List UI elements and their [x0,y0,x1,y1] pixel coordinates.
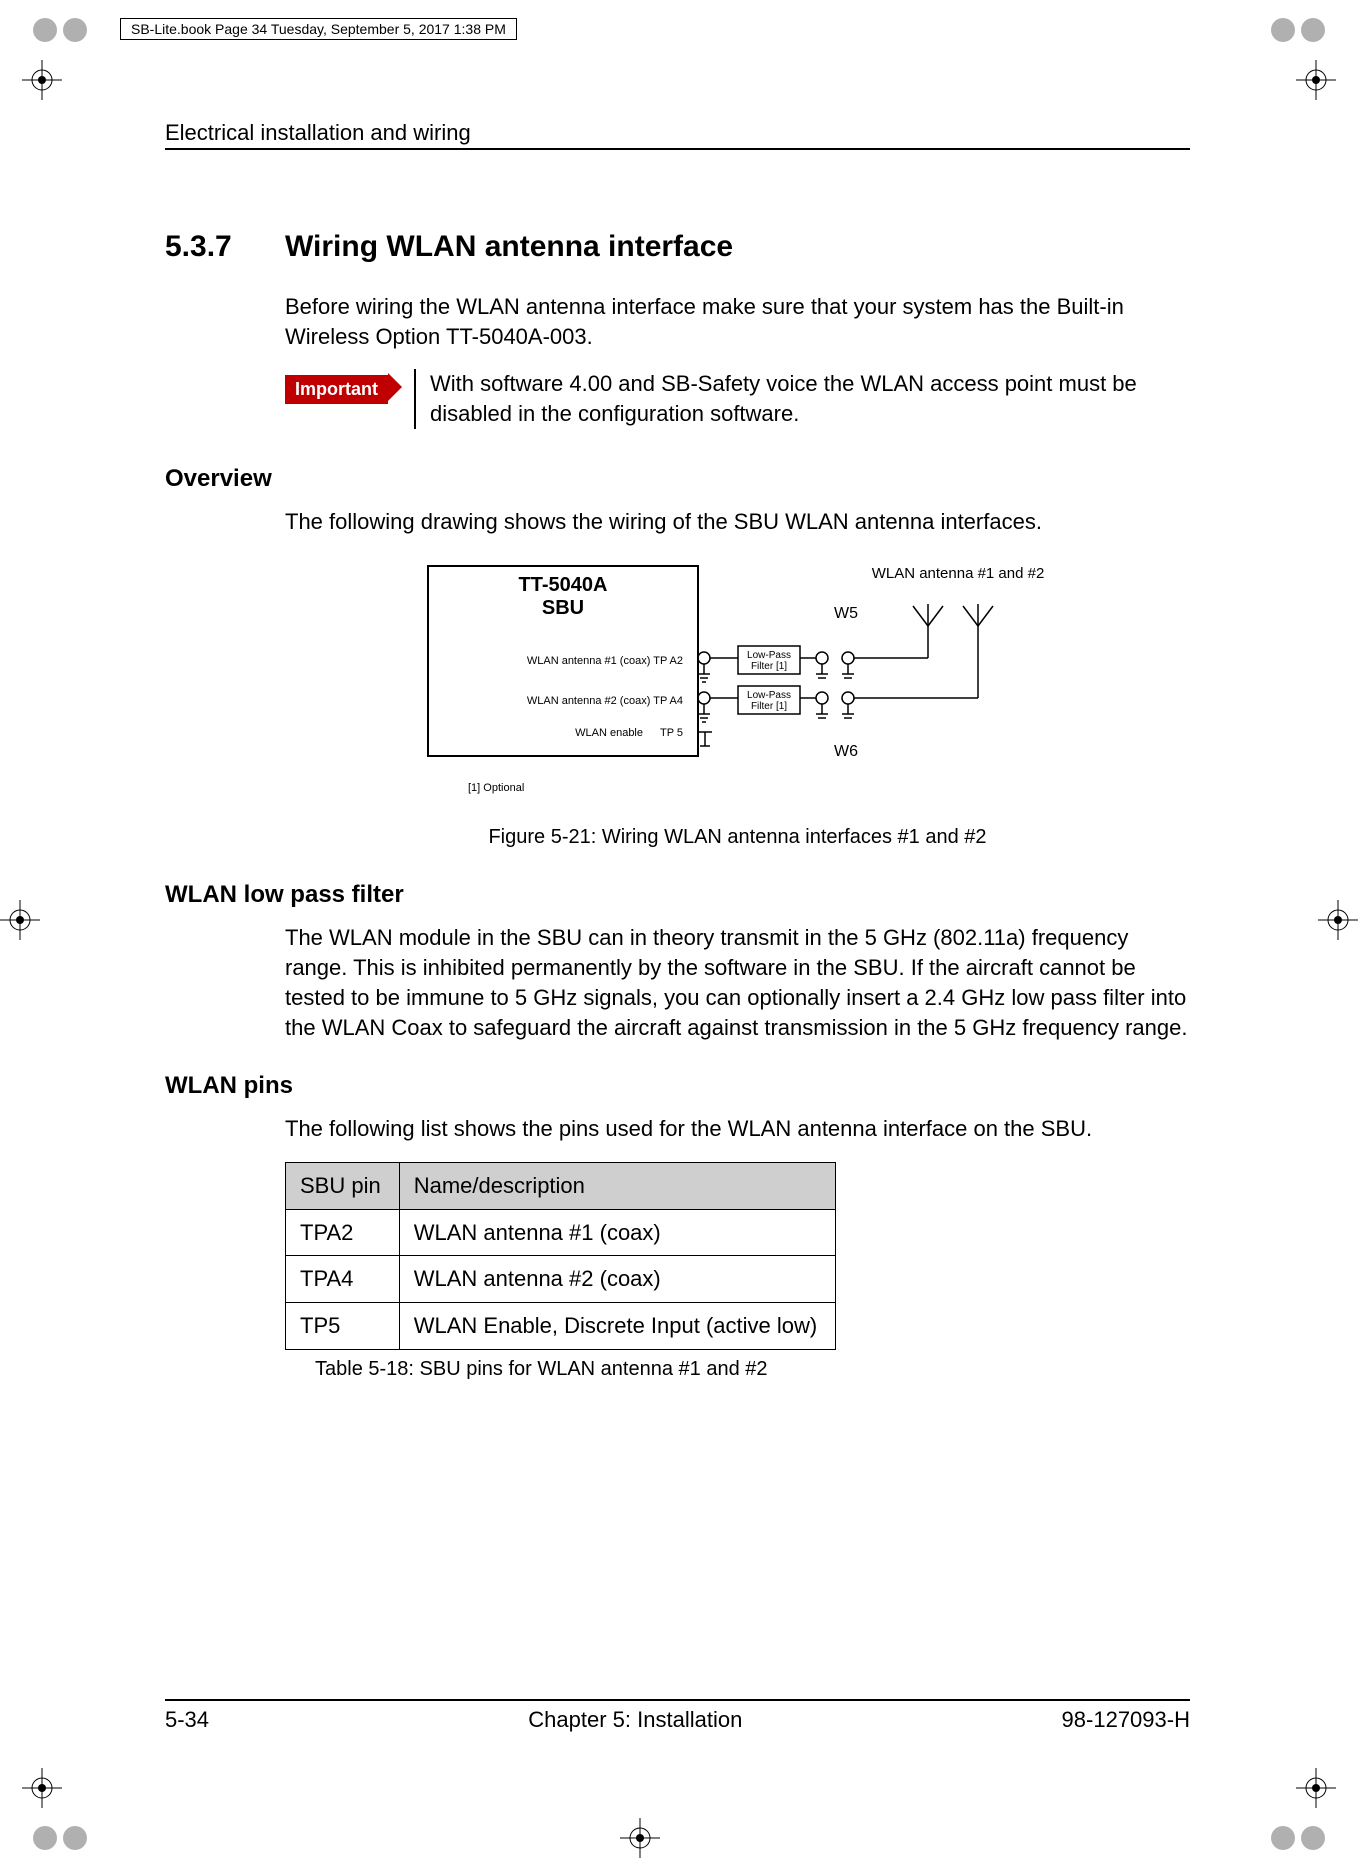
content-area: Electrical installation and wiring 5.3.7… [165,120,1190,1383]
svg-text:WLAN antenna #2 (coax) TP A4: WLAN antenna #2 (coax) TP A4 [526,695,682,707]
footer-chapter: Chapter 5: Installation [528,1707,742,1733]
pins-heading: WLAN pins [165,1072,1190,1100]
section-number: 5.3.7 [165,230,285,264]
table-row: TPA4 WLAN antenna #2 (coax) [286,1256,836,1303]
reg-target [1318,900,1358,945]
reg-target [1296,60,1336,105]
reg-target [22,60,62,105]
cell-pin: TPA4 [286,1256,400,1303]
svg-text:Filter [1]: Filter [1] [750,661,786,672]
svg-text:[1] Optional: [1] Optional [468,782,524,794]
cell-pin: TPA2 [286,1209,400,1256]
pins-table: SBU pin Name/description TPA2 WLAN anten… [285,1162,836,1350]
svg-text:Low-Pass: Low-Pass [747,690,791,701]
important-label: Important [285,375,388,403]
cell-desc: WLAN antenna #1 (coax) [399,1209,836,1256]
svg-text:Filter [1]: Filter [1] [750,701,786,712]
table-row: TP5 WLAN Enable, Discrete Input (active … [286,1302,836,1349]
running-head: Electrical installation and wiring [165,120,1190,150]
overview-heading: Overview [165,465,1190,493]
important-badge: Important [285,373,402,403]
svg-text:WLAN enable: WLAN enable [575,727,643,739]
cell-desc: WLAN Enable, Discrete Input (active low) [399,1302,836,1349]
crop-mark [1268,1818,1328,1863]
figure-caption: Figure 5-21: Wiring WLAN antenna interfa… [488,824,986,851]
lowpass-text: The WLAN module in the SBU can in theory… [285,923,1190,1042]
svg-text:WLAN antenna #1 (coax) TP A2: WLAN antenna #1 (coax) TP A2 [526,655,682,667]
svg-text:SBU: SBU [541,597,583,619]
page-footer: 5-34 Chapter 5: Installation 98-127093-H [165,1699,1190,1733]
svg-text:Low-Pass: Low-Pass [747,650,791,661]
intro-paragraph: Before wiring the WLAN antenna interface… [285,292,1190,351]
crop-mark [30,10,90,55]
svg-text:TT-5040A: TT-5040A [518,574,607,596]
important-text: With software 4.00 and SB-Safety voice t… [414,369,1190,428]
figure-5-21: TT-5040A SBU WLAN antenna #1 (coax) TP A… [285,556,1190,851]
svg-text:TP 5: TP 5 [659,727,682,739]
reg-target [0,900,40,945]
section-heading: 5.3.7 Wiring WLAN antenna interface [165,230,1190,264]
wiring-diagram: TT-5040A SBU WLAN antenna #1 (coax) TP A… [418,556,1058,816]
section-title: Wiring WLAN antenna interface [285,230,733,264]
table-caption: Table 5-18: SBU pins for WLAN antenna #1… [315,1356,1190,1383]
crop-mark [30,1818,90,1863]
col-name-desc: Name/description [399,1162,836,1209]
reg-target [22,1768,62,1813]
cell-pin: TP5 [286,1302,400,1349]
reg-target [620,1818,660,1863]
footer-page-number: 5-34 [165,1707,209,1733]
footer-doc-number: 98-127093-H [1062,1707,1190,1733]
table-row: TPA2 WLAN antenna #1 (coax) [286,1209,836,1256]
svg-text:W5: W5 [834,605,858,622]
svg-text:W6: W6 [834,743,858,760]
overview-text: The following drawing shows the wiring o… [285,507,1190,537]
cell-desc: WLAN antenna #2 (coax) [399,1256,836,1303]
page: SB-Lite.book Page 34 Tuesday, September … [0,0,1358,1873]
table-header-row: SBU pin Name/description [286,1162,836,1209]
important-note: Important With software 4.00 and SB-Safe… [285,369,1190,428]
svg-text:WLAN antenna #1 and #2: WLAN antenna #1 and #2 [871,565,1044,582]
lowpass-heading: WLAN low pass filter [165,881,1190,909]
crop-mark [1268,10,1328,55]
pins-intro: The following list shows the pins used f… [285,1114,1190,1144]
reg-target [1296,1768,1336,1813]
print-meta: SB-Lite.book Page 34 Tuesday, September … [120,18,517,40]
col-sbu-pin: SBU pin [286,1162,400,1209]
